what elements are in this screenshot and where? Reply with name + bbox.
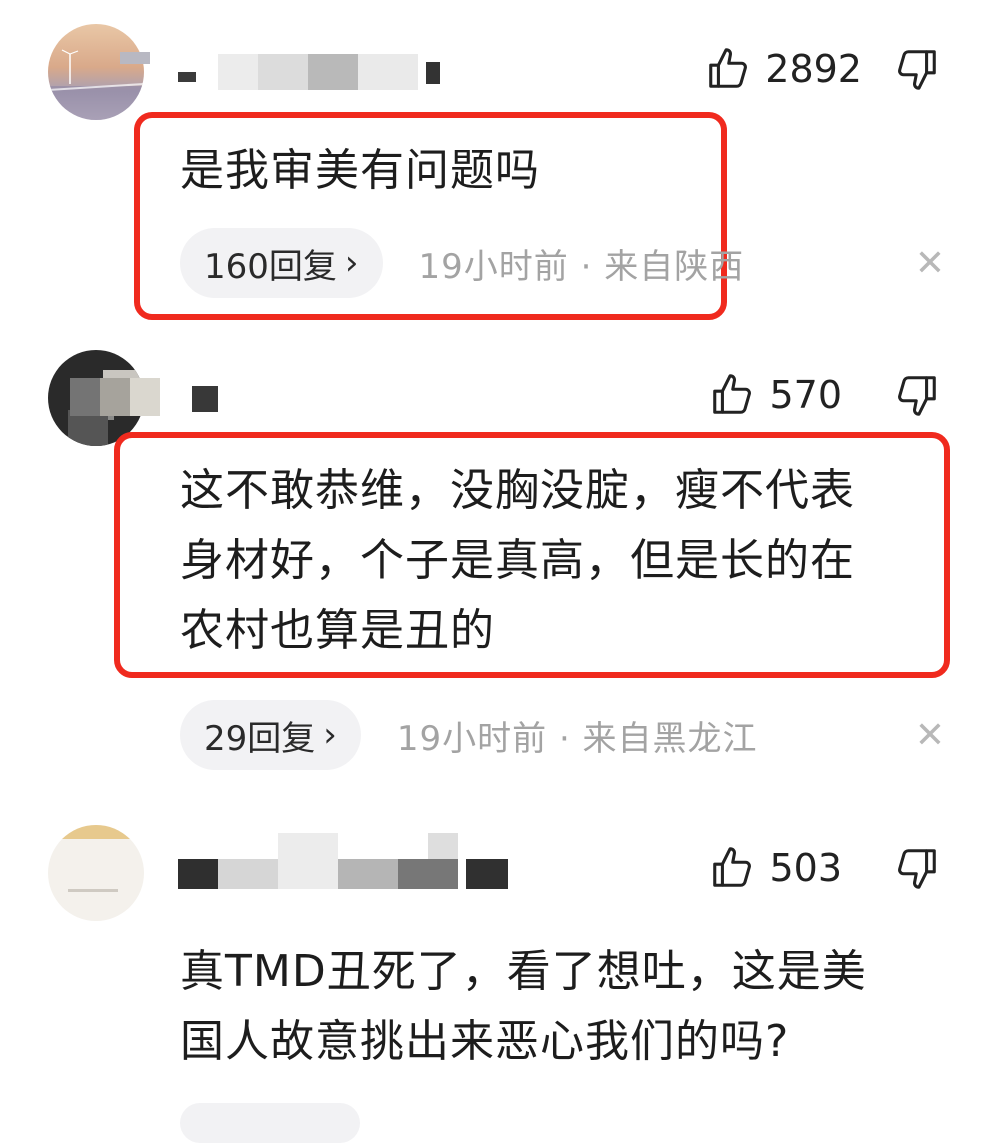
like-count: 2892	[765, 47, 862, 91]
username-blurred[interactable]	[120, 52, 448, 94]
thumbs-up-icon	[713, 847, 752, 887]
username-blurred[interactable]	[70, 378, 230, 418]
pixel-block	[178, 72, 196, 82]
comment-text-line: 这不敢恭维，没胸没腚，瘦不代表	[180, 465, 855, 516]
pixel-block	[466, 859, 508, 889]
pixel-block	[120, 52, 150, 64]
comment-text: 真TMD丑死了，看了想吐，这是美 国人故意挑出来恶心我们的吗?	[180, 937, 940, 1077]
close-icon[interactable]: ✕	[912, 715, 948, 756]
like-button[interactable]: 570	[709, 372, 894, 418]
pixel-block	[192, 386, 218, 412]
pixel-block	[68, 889, 118, 892]
dislike-button[interactable]	[894, 46, 940, 92]
comment-actions: 503	[709, 845, 940, 891]
comment-text-line: 国人故意挑出来恶心我们的吗?	[180, 1016, 790, 1067]
chevron-right-icon: ›	[323, 715, 337, 755]
pixel-block	[48, 825, 144, 839]
like-count: 503	[769, 846, 842, 890]
avatar-image	[48, 49, 144, 120]
thumbs-down-icon	[898, 376, 936, 416]
pixel-block	[308, 54, 358, 90]
comment-meta: 19小时前 · 来自陕西	[418, 246, 745, 287]
comment-text: 是我审美有问题吗	[180, 145, 540, 196]
pixel-block	[426, 62, 440, 84]
avatar[interactable]	[48, 24, 144, 120]
pixel-block	[258, 54, 308, 90]
like-count: 570	[769, 373, 842, 417]
comment-text-line: 农村也算是丑的	[180, 605, 495, 656]
pixel-block	[100, 378, 130, 416]
thumbs-down-icon	[898, 50, 936, 90]
comment-2: 570 这不敢恭维，没胸没腚，瘦不代表 身材好，个子是真高，但是长的在 农村也算…	[0, 340, 1000, 780]
pixel-block	[70, 378, 100, 416]
thumbs-up-icon	[713, 374, 752, 414]
replies-button[interactable]: 160回复 ›	[180, 228, 383, 298]
replies-count: 160回复	[204, 246, 337, 287]
thumbs-up-icon	[709, 48, 748, 88]
like-button[interactable]: 2892	[705, 46, 894, 92]
pixel-block	[218, 859, 278, 889]
pixel-block	[178, 859, 218, 889]
comment-actions: 570	[709, 372, 940, 418]
pixel-block	[428, 833, 458, 859]
thumbs-down-icon	[898, 849, 936, 889]
avatar[interactable]	[48, 825, 144, 921]
like-button[interactable]: 503	[709, 845, 894, 891]
pixel-block	[218, 54, 258, 90]
replies-button-partial[interactable]	[180, 1103, 360, 1143]
comment-1: 2892 是我审美有问题吗 160回复 › 19小时前 · 来自陕西 ✕	[0, 0, 1000, 330]
close-icon[interactable]: ✕	[912, 243, 948, 284]
comment-text: 这不敢恭维，没胸没腚，瘦不代表 身材好，个子是真高，但是长的在 农村也算是丑的	[180, 456, 940, 666]
pixel-block	[358, 54, 418, 90]
comment-actions: 2892	[705, 46, 940, 92]
dislike-button[interactable]	[894, 372, 940, 418]
chevron-right-icon: ›	[344, 243, 359, 283]
pixel-block	[338, 859, 398, 889]
pixel-block	[398, 859, 458, 889]
comment-3: 503 真TMD丑死了，看了想吐，这是美 国人故意挑出来恶心我们的吗?	[0, 815, 1000, 1143]
replies-count: 29回复	[204, 718, 316, 759]
replies-button[interactable]: 29回复 ›	[180, 700, 361, 770]
username-blurred[interactable]	[178, 833, 518, 893]
pixel-block	[278, 833, 338, 889]
dislike-button[interactable]	[894, 845, 940, 891]
comment-text-line: 身材好，个子是真高，但是长的在	[180, 535, 855, 586]
reply-row: 160回复 › 19小时前 · 来自陕西 ✕	[180, 228, 948, 298]
comment-meta: 19小时前 · 来自黑龙江	[396, 718, 758, 759]
reply-row: 29回复 › 19小时前 · 来自黑龙江 ✕	[180, 700, 948, 770]
comment-text-line: 真TMD丑死了，看了想吐，这是美	[180, 946, 867, 997]
pixel-block	[130, 378, 160, 416]
